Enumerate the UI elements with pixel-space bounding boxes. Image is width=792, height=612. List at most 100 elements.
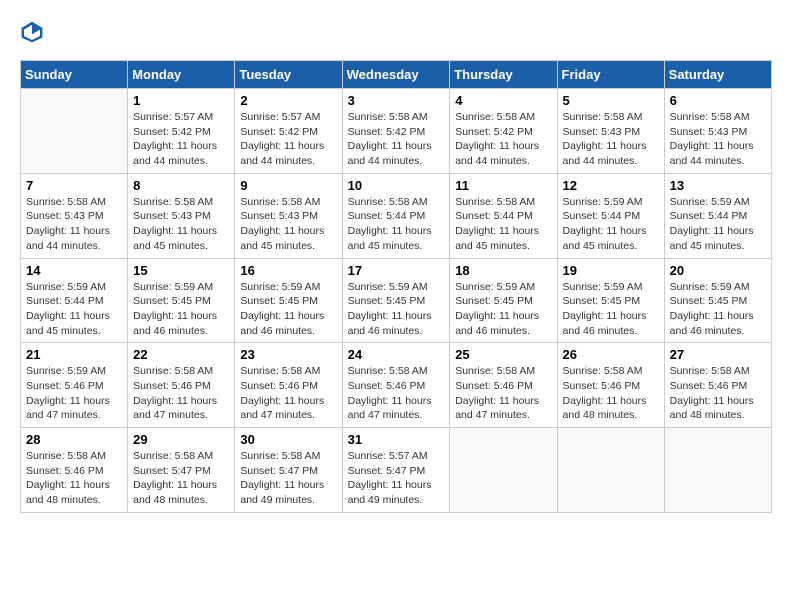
day-info: Sunrise: 5:59 AMSunset: 5:45 PMDaylight:…: [348, 280, 445, 339]
calendar-cell: 30Sunrise: 5:58 AMSunset: 5:47 PMDayligh…: [235, 428, 342, 513]
column-header-thursday: Thursday: [450, 61, 557, 89]
day-info: Sunrise: 5:58 AMSunset: 5:44 PMDaylight:…: [455, 195, 551, 254]
column-header-friday: Friday: [557, 61, 664, 89]
logo: [20, 20, 48, 44]
calendar-cell: 2 Sunrise: 5:57 AMSunset: 5:42 PMDaylight…: [235, 89, 342, 174]
day-info: Sunrise: 5:58 AMSunset: 5:46 PMDaylight:…: [348, 364, 445, 423]
day-number: 3: [348, 93, 445, 108]
page-header: [20, 20, 772, 44]
day-info: Sunrise: 5:58 AMSunset: 5:42 PMDaylight:…: [455, 110, 551, 169]
calendar-cell: 26 Sunrise: 5:58 AMSunset: 5:46 PMDayligh…: [557, 343, 664, 428]
day-number: 26: [563, 347, 659, 362]
calendar-cell: 28 Sunrise: 5:58 AMSunset: 5:46 PMDayligh…: [21, 428, 128, 513]
week-row-5: 28 Sunrise: 5:58 AMSunset: 5:46 PMDayligh…: [21, 428, 772, 513]
week-row-2: 7 Sunrise: 5:58 AMSunset: 5:43 PMDaylight…: [21, 173, 772, 258]
day-number: 27: [670, 347, 766, 362]
day-info: Sunrise: 5:59 AMSunset: 5:44 PMDaylight:…: [26, 280, 122, 339]
day-info: Sunrise: 5:57 AMSunset: 5:47 PMDaylight:…: [348, 449, 445, 508]
day-number: 16: [240, 263, 336, 278]
day-info: Sunrise: 5:59 AMSunset: 5:44 PMDaylight:…: [563, 195, 659, 254]
day-info: Sunrise: 5:58 AMSunset: 5:46 PMDaylight:…: [240, 364, 336, 423]
day-number: 15: [133, 263, 229, 278]
day-number: 13: [670, 178, 766, 193]
calendar-cell: 31 Sunrise: 5:57 AMSunset: 5:47 PMDayligh…: [342, 428, 450, 513]
calendar-cell: 11 Sunrise: 5:58 AMSunset: 5:44 PMDayligh…: [450, 173, 557, 258]
week-row-1: 1 Sunrise: 5:57 AMSunset: 5:42 PMDaylight…: [21, 89, 772, 174]
calendar-cell: 22Sunrise: 5:58 AMSunset: 5:46 PMDayligh…: [128, 343, 235, 428]
calendar-cell: 14 Sunrise: 5:59 AMSunset: 5:44 PMDayligh…: [21, 258, 128, 343]
column-header-sunday: Sunday: [21, 61, 128, 89]
calendar-cell: 9 Sunrise: 5:58 AMSunset: 5:43 PMDaylight…: [235, 173, 342, 258]
day-info: Sunrise: 5:59 AMSunset: 5:46 PMDaylight:…: [26, 364, 122, 423]
day-info: Sunrise: 5:59 AMSunset: 5:45 PMDaylight:…: [133, 280, 229, 339]
day-number: 18: [455, 263, 551, 278]
day-number: 14: [26, 263, 122, 278]
calendar-cell: 27Sunrise: 5:58 AMSunset: 5:46 PMDayligh…: [664, 343, 771, 428]
day-number: 9: [240, 178, 336, 193]
column-header-tuesday: Tuesday: [235, 61, 342, 89]
calendar-cell: [21, 89, 128, 174]
day-info: Sunrise: 5:58 AMSunset: 5:43 PMDaylight:…: [240, 195, 336, 254]
day-info: Sunrise: 5:58 AMSunset: 5:44 PMDaylight:…: [348, 195, 445, 254]
day-info: Sunrise: 5:57 AMSunset: 5:42 PMDaylight:…: [133, 110, 229, 169]
day-info: Sunrise: 5:57 AMSunset: 5:42 PMDaylight:…: [240, 110, 336, 169]
week-row-3: 14 Sunrise: 5:59 AMSunset: 5:44 PMDayligh…: [21, 258, 772, 343]
day-number: 6: [670, 93, 766, 108]
calendar-cell: [557, 428, 664, 513]
calendar-cell: 29 Sunrise: 5:58 AMSunset: 5:47 PMDayligh…: [128, 428, 235, 513]
day-number: 31: [348, 432, 445, 447]
day-info: Sunrise: 5:58 AMSunset: 5:43 PMDaylight:…: [670, 110, 766, 169]
calendar-cell: 3 Sunrise: 5:58 AMSunset: 5:42 PMDaylight…: [342, 89, 450, 174]
day-number: 11: [455, 178, 551, 193]
day-info: Sunrise: 5:59 AMSunset: 5:45 PMDaylight:…: [563, 280, 659, 339]
day-number: 7: [26, 178, 122, 193]
day-number: 20: [670, 263, 766, 278]
day-number: 28: [26, 432, 122, 447]
day-number: 1: [133, 93, 229, 108]
day-number: 12: [563, 178, 659, 193]
day-info: Sunrise: 5:58 AMSunset: 5:46 PMDaylight:…: [26, 449, 122, 508]
day-number: 19: [563, 263, 659, 278]
day-info: Sunrise: 5:59 AMSunset: 5:44 PMDaylight:…: [670, 195, 766, 254]
day-info: Sunrise: 5:58 AMSunset: 5:47 PMDaylight:…: [240, 449, 336, 508]
column-header-wednesday: Wednesday: [342, 61, 450, 89]
calendar-cell: 12 Sunrise: 5:59 AMSunset: 5:44 PMDayligh…: [557, 173, 664, 258]
header-row: SundayMondayTuesdayWednesdayThursdayFrid…: [21, 61, 772, 89]
calendar-cell: 6 Sunrise: 5:58 AMSunset: 5:43 PMDaylight…: [664, 89, 771, 174]
day-info: Sunrise: 5:58 AMSunset: 5:46 PMDaylight:…: [455, 364, 551, 423]
day-info: Sunrise: 5:58 AMSunset: 5:43 PMDaylight:…: [563, 110, 659, 169]
calendar-cell: 21 Sunrise: 5:59 AMSunset: 5:46 PMDayligh…: [21, 343, 128, 428]
calendar-cell: 8Sunrise: 5:58 AMSunset: 5:43 PMDaylight…: [128, 173, 235, 258]
day-number: 10: [348, 178, 445, 193]
day-info: Sunrise: 5:58 AMSunset: 5:43 PMDaylight:…: [133, 195, 229, 254]
calendar-cell: [450, 428, 557, 513]
day-number: 24: [348, 347, 445, 362]
calendar-cell: 4Sunrise: 5:58 AMSunset: 5:42 PMDaylight…: [450, 89, 557, 174]
day-info: Sunrise: 5:59 AMSunset: 5:45 PMDaylight:…: [240, 280, 336, 339]
calendar-cell: 15 Sunrise: 5:59 AMSunset: 5:45 PMDayligh…: [128, 258, 235, 343]
week-row-4: 21 Sunrise: 5:59 AMSunset: 5:46 PMDayligh…: [21, 343, 772, 428]
day-number: 22: [133, 347, 229, 362]
calendar-cell: 23Sunrise: 5:58 AMSunset: 5:46 PMDayligh…: [235, 343, 342, 428]
day-info: Sunrise: 5:58 AMSunset: 5:47 PMDaylight:…: [133, 449, 229, 508]
calendar-cell: 5Sunrise: 5:58 AMSunset: 5:43 PMDaylight…: [557, 89, 664, 174]
column-header-saturday: Saturday: [664, 61, 771, 89]
calendar-cell: 24 Sunrise: 5:58 AMSunset: 5:46 PMDayligh…: [342, 343, 450, 428]
column-header-monday: Monday: [128, 61, 235, 89]
calendar-cell: [664, 428, 771, 513]
day-info: Sunrise: 5:58 AMSunset: 5:46 PMDaylight:…: [563, 364, 659, 423]
day-number: 2: [240, 93, 336, 108]
calendar-cell: 1 Sunrise: 5:57 AMSunset: 5:42 PMDaylight…: [128, 89, 235, 174]
day-number: 29: [133, 432, 229, 447]
day-number: 21: [26, 347, 122, 362]
day-info: Sunrise: 5:58 AMSunset: 5:42 PMDaylight:…: [348, 110, 445, 169]
calendar-table: SundayMondayTuesdayWednesdayThursdayFrid…: [20, 60, 772, 513]
day-info: Sunrise: 5:58 AMSunset: 5:43 PMDaylight:…: [26, 195, 122, 254]
calendar-cell: 17Sunrise: 5:59 AMSunset: 5:45 PMDayligh…: [342, 258, 450, 343]
calendar-cell: 13 Sunrise: 5:59 AMSunset: 5:44 PMDayligh…: [664, 173, 771, 258]
day-number: 25: [455, 347, 551, 362]
logo-icon: [20, 20, 44, 44]
calendar-cell: 25 Sunrise: 5:58 AMSunset: 5:46 PMDayligh…: [450, 343, 557, 428]
calendar-cell: 19 Sunrise: 5:59 AMSunset: 5:45 PMDayligh…: [557, 258, 664, 343]
calendar-cell: 16 Sunrise: 5:59 AMSunset: 5:45 PMDayligh…: [235, 258, 342, 343]
